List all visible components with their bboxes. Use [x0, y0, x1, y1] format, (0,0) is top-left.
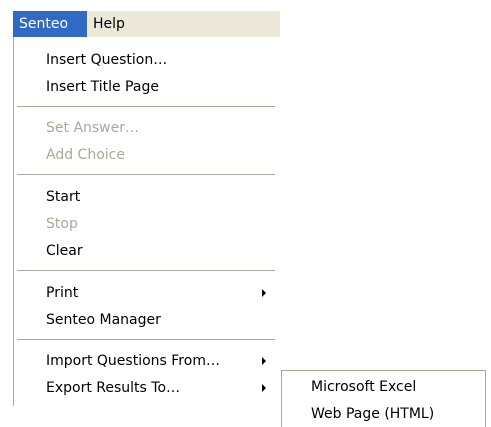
submenu-item-web-page-html[interactable]: Web Page (HTML)	[282, 401, 485, 427]
menu-item-insert-title-page[interactable]: Insert Title Page	[14, 74, 280, 100]
menu-item-set-answer: Set Answer…	[46, 120, 140, 136]
menu-item-export-results[interactable]: Export Results To…	[14, 375, 280, 401]
menu-item-start[interactable]: Start	[14, 184, 280, 210]
submenu-arrow-icon	[262, 289, 266, 297]
menu-bar: Senteo Help	[13, 11, 280, 38]
submenu-arrow-icon	[262, 357, 266, 365]
menu-item-print[interactable]: Print	[14, 280, 280, 306]
menu-separator	[17, 270, 275, 271]
menu-item-import-questions[interactable]: Import Questions From…	[14, 348, 280, 374]
export-results-submenu: Microsoft Excel Web Page (HTML)	[281, 370, 486, 427]
menu-item-stop: Stop	[46, 216, 78, 232]
menu-item-import-questions-label: Import Questions From…	[46, 353, 220, 369]
menu-item-senteo-manager[interactable]: Senteo Manager	[14, 307, 280, 333]
menu-item-clear[interactable]: Clear	[14, 238, 280, 264]
submenu-arrow-icon	[262, 384, 266, 392]
menu-item-insert-question[interactable]: Insert Question…	[14, 47, 280, 73]
menu-item-add-choice: Add Choice	[46, 147, 125, 163]
senteo-dropdown-menu: Insert Question… Insert Title Page Set A…	[13, 37, 280, 406]
menubar-senteo[interactable]: Senteo	[13, 11, 87, 37]
menu-separator	[17, 339, 275, 340]
menubar-help[interactable]: Help	[87, 11, 137, 37]
menu-separator	[17, 174, 275, 175]
menu-item-print-label: Print	[46, 285, 79, 301]
menu-separator	[17, 106, 275, 107]
submenu-item-microsoft-excel[interactable]: Microsoft Excel	[282, 374, 485, 400]
menu-item-export-results-label: Export Results To…	[46, 380, 181, 396]
